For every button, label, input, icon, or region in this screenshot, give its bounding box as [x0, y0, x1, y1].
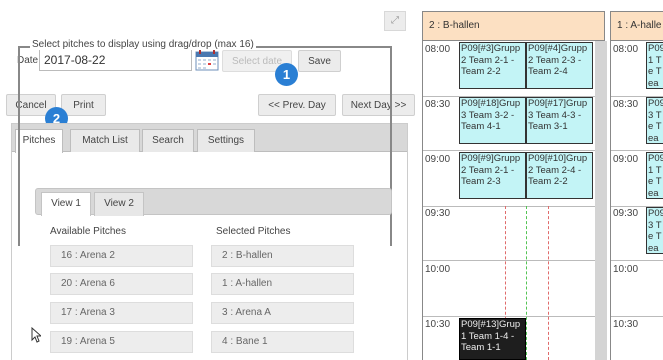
slot-divider: [423, 150, 595, 151]
time-label: 09:30: [425, 208, 451, 219]
selected-pitch-item[interactable]: 1 : A-hallen: [211, 273, 354, 295]
time-label: 08:00: [425, 44, 451, 55]
time-label: 10:00: [613, 264, 639, 275]
match-card[interactable]: P09[#4]Grupp 2 Team 2-3 - Team 2-4: [526, 42, 593, 89]
selected-pitch-item[interactable]: 2 : B-hallen: [211, 245, 354, 267]
match-card[interactable]: P09 3 Te Tea: [646, 97, 663, 144]
slot-divider: [611, 150, 663, 151]
time-label: 08:00: [613, 44, 639, 55]
slot-divider: [423, 260, 595, 261]
match-card[interactable]: P09[#10]Grup 2 Team 2-4 - Team 2-2: [526, 152, 593, 199]
match-card[interactable]: P09[#18]Grup 3 Team 3-2 - Team 4-1: [459, 97, 526, 144]
time-label: 08:30: [425, 99, 451, 110]
selected-pitches-header: Selected Pitches: [216, 226, 291, 237]
tab-view-2[interactable]: View 2: [94, 192, 144, 216]
match-card[interactable]: P09[#9]Grupp 2 Team 2-1 - Team 2-3: [459, 152, 526, 199]
available-pitch-item[interactable]: 19 : Arena 5: [50, 331, 193, 353]
match-card[interactable]: P09[#3]Grupp 2 Team 2-1 - Team 2-2: [459, 42, 526, 89]
selected-pitch-item[interactable]: 3 : Arena A: [211, 302, 354, 324]
available-pitch-item[interactable]: 17 : Arena 3: [50, 302, 193, 324]
available-pitch-item[interactable]: 16 : Arena 2: [50, 245, 193, 267]
selected-pitch-item[interactable]: 4 : Bane 1: [211, 331, 354, 353]
slot-divider: [611, 316, 663, 317]
slot-divider: [423, 206, 595, 207]
available-pitch-item[interactable]: 20 : Arena 6: [50, 273, 193, 295]
tab-view-1[interactable]: View 1: [41, 192, 91, 216]
pitch-column-header-a-hallen[interactable]: 1 : A-halle: [610, 11, 663, 41]
match-card[interactable]: P09[#17]Grup 3 Team 4-3 - Team 3-1: [526, 97, 593, 144]
match-card[interactable]: P09 1 Te Tea: [646, 152, 663, 199]
slot-divider: [423, 316, 595, 317]
control-panel: ⤢ Date: 2017-08-22 Select date Save Canc…: [0, 0, 415, 360]
time-label: 10:00: [425, 264, 451, 275]
match-card-dragging[interactable]: P09[#13]Grup 1 Team 1-4 - Team 1-1: [459, 318, 526, 360]
mouse-cursor-icon: [31, 327, 41, 343]
match-card[interactable]: P09 1 Te Tea: [646, 42, 663, 89]
available-pitches-header: Available Pitches: [50, 226, 126, 237]
time-label: 09:00: [613, 154, 639, 165]
pitch-column-header-b-hallen[interactable]: 2 : B-hallen: [422, 11, 605, 41]
time-label: 08:30: [613, 99, 639, 110]
schedule-scrollbar[interactable]: [595, 41, 607, 360]
guide-line: [548, 206, 549, 360]
pitch-selection-legend: Select pitches to display using drag/dro…: [30, 39, 256, 50]
expand-icon[interactable]: ⤢: [384, 11, 406, 31]
time-label: 10:30: [425, 319, 451, 330]
match-card[interactable]: P09 3 Te Tea: [646, 207, 663, 254]
time-label: 09:30: [613, 208, 639, 219]
time-label: 09:00: [425, 154, 451, 165]
pitch-selection-fieldset: [18, 46, 392, 246]
slot-divider: [611, 260, 663, 261]
view-tab-bar: View 1 View 2: [35, 188, 392, 216]
time-label: 10:30: [613, 319, 639, 330]
scheduler-screen: ⤢ Date: 2017-08-22 Select date Save Canc…: [0, 0, 663, 360]
guide-line: [526, 206, 527, 360]
